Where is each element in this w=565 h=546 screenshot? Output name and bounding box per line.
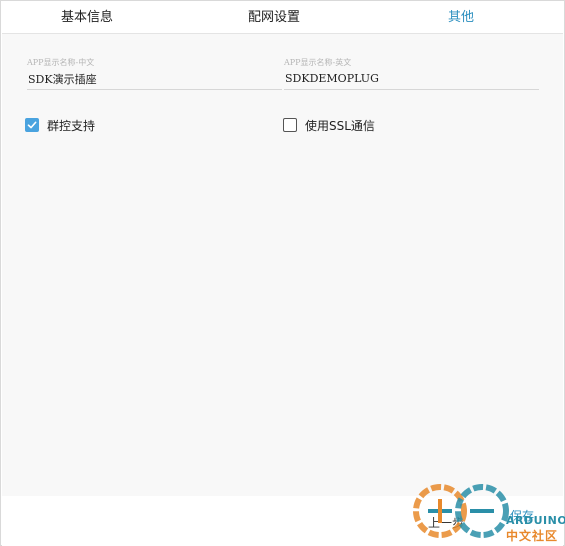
tab-other[interactable]: 其他 — [376, 2, 546, 33]
app-name-en-field: APP显示名称-英文 — [284, 57, 539, 90]
ssl-checkbox[interactable]: 使用SSL通信 — [283, 117, 375, 133]
checkbox-unchecked-icon — [283, 118, 297, 132]
app-name-en-input[interactable] — [284, 68, 539, 90]
tab-bar: 基本信息 配网设置 其他 — [2, 2, 563, 34]
group-control-checkbox[interactable]: 群控支持 — [25, 117, 95, 133]
group-control-label: 群控支持 — [47, 118, 96, 133]
dialog-footer: 上一步 保存 — [2, 496, 563, 546]
app-name-cn-label: APP显示名称-中文 — [27, 58, 95, 67]
dialog-frame: 基本信息 配网设置 其他 APP显示名称-中文 APP显示名称-英文 群控支持 … — [0, 0, 565, 546]
tab-content-panel: APP显示名称-中文 APP显示名称-英文 群控支持 使用SSL通信 — [2, 34, 563, 496]
tab-basic-info[interactable]: 基本信息 — [2, 2, 172, 33]
save-button[interactable]: 保存 — [510, 501, 550, 531]
checkbox-checked-icon — [25, 118, 39, 132]
ssl-label: 使用SSL通信 — [305, 118, 375, 133]
tab-network-config[interactable]: 配网设置 — [188, 2, 360, 33]
app-name-en-label: APP显示名称-英文 — [284, 58, 352, 67]
app-name-cn-field: APP显示名称-中文 — [27, 57, 282, 90]
previous-step-button[interactable]: 上一步 — [428, 508, 468, 538]
app-name-cn-input[interactable] — [27, 68, 282, 90]
